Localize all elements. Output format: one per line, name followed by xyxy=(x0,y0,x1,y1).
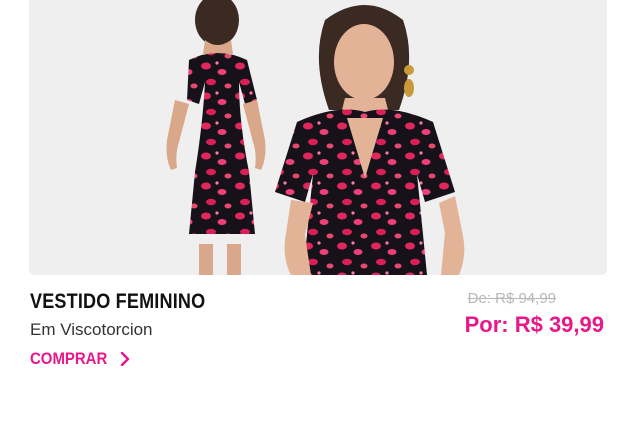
product-title[interactable]: VESTIDO FEMININO xyxy=(30,290,205,314)
product-image[interactable] xyxy=(29,0,607,275)
chevron-right-icon xyxy=(120,352,130,366)
sale-price: Por: R$ 39,99 xyxy=(464,312,604,337)
product-subtitle: Em Viscotorcion xyxy=(30,320,153,339)
old-price: De: R$ 94,99 xyxy=(467,290,556,307)
buy-button[interactable]: COMPRAR xyxy=(30,349,130,369)
buy-label: COMPRAR xyxy=(30,349,108,368)
